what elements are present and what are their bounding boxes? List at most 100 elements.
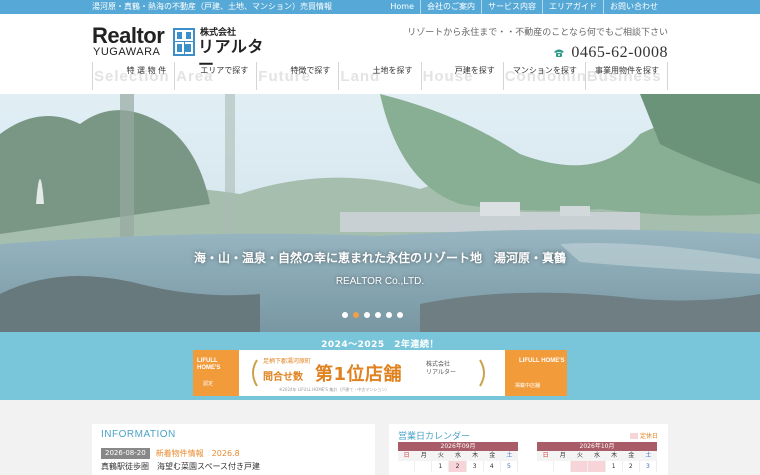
site-header: Realtor YUGAWARA 株式会社 リアルター リゾートから永住まで・・… (0, 14, 760, 94)
calendar-legend: 定休日 (629, 431, 658, 440)
calendar-day: 5 (501, 461, 518, 472)
calendar-month-title: 2026年10月 (537, 442, 657, 451)
gnav-area[interactable]: Area エリアで探す (175, 62, 258, 90)
weekday: 日 (542, 452, 549, 459)
weekday: 木 (472, 452, 479, 459)
top-nav-service[interactable]: サービス内容 (481, 0, 542, 14)
weekday: 水 (454, 452, 461, 459)
tel-number: 0465-62-0008 (571, 44, 668, 61)
top-bar: 湯河原・真鶴・熱海の不動産（戸建、土地、マンション）売買情報 Home 会社のご… (0, 0, 760, 14)
award-footnote: ※2024年 LIFULL HOME'S 集計（戸建て・中古マンション） (279, 387, 390, 392)
award-strip: 2024〜2025 2年連続！ LIFULL HOME'S 認定 足柄下郡湯河原… (0, 332, 760, 400)
weekday: 火 (437, 452, 444, 459)
weekday: 日 (403, 452, 410, 459)
calendar-day (398, 461, 416, 472)
gnav-condominium[interactable]: Condominium マンションを探す (504, 62, 586, 90)
logo-text-yugawara: YUGAWARA (93, 46, 161, 58)
lifull-badge-text: LIFULL HOME'S (519, 358, 565, 364)
hero-photo (0, 94, 760, 332)
gnav-feature[interactable]: Future 特徴で探す (257, 62, 340, 90)
gnav-label: 特 選 物 件 (126, 66, 167, 75)
gnav-land[interactable]: Land 土地を探す (339, 62, 422, 90)
calendar-day (554, 461, 572, 472)
weekday: 金 (489, 452, 496, 459)
calendar-day (415, 461, 433, 472)
gnav-label: 特徴で探す (290, 66, 331, 75)
lifull-badge-right: LIFULL HOME'S 掲載中店舗 (505, 350, 567, 396)
calendar-heading: 営業日カレンダー (398, 432, 471, 442)
calendar-day: 3 (640, 461, 657, 472)
header-contact: リゾートから永住まで・・不動産のことなら何でもご相談下さい 0465-62-00… (407, 27, 668, 62)
weekday: 金 (628, 452, 635, 459)
phone-icon (554, 49, 565, 57)
gnav-label: 土地を探す (372, 66, 413, 75)
laurel-left-icon (252, 359, 258, 387)
weekday: 木 (611, 452, 618, 459)
header-tel[interactable]: 0465-62-0008 (407, 44, 668, 62)
info-title-link[interactable]: 真鶴駅徒歩圏 海望む菜園スペース付き戸建 (101, 461, 260, 472)
gnav-label: エリアで探す (200, 66, 249, 75)
calendar-day: 1 (606, 461, 623, 472)
slider-dot[interactable] (397, 312, 403, 318)
lifull-badge-text: LIFULL HOME'S (197, 358, 221, 371)
gnav-label: 事業用物件を探す (594, 66, 659, 75)
information-heading: INFORMATION (101, 429, 176, 440)
weekday: 水 (593, 452, 600, 459)
gnav-house[interactable]: House 戸建を探す (422, 62, 504, 90)
information-panel: INFORMATION 2026-08-20 新着物件情報 2026.8 真鶴駅… (92, 424, 375, 475)
calendar-day: 2 (623, 461, 640, 472)
hero-slider[interactable]: 海・山・温泉・自然の幸に恵まれた永住のリゾート地 湯河原・真鶴 REALTOR … (0, 94, 760, 332)
lifull-badge-sub: 認定 (203, 381, 214, 387)
top-nav-area-guide[interactable]: エリアガイド (542, 0, 603, 14)
hero-caption: 海・山・温泉・自然の幸に恵まれた永住のリゾート地 湯河原・真鶴 (193, 251, 566, 265)
calendar-day-holiday (588, 461, 606, 472)
top-nav-contact[interactable]: お問い合わせ (603, 0, 664, 14)
slider-dot[interactable] (386, 312, 392, 318)
top-nav-company[interactable]: 会社のご案内 (420, 0, 481, 14)
top-nav-home[interactable]: Home (384, 0, 420, 14)
award-area: 足柄下郡湯河原町 (263, 358, 312, 365)
slider-dots (342, 312, 408, 318)
weekday: 火 (576, 452, 583, 459)
logo-mark-icon (173, 28, 195, 56)
award-company-line2: リアルター (426, 369, 456, 376)
calendar-month-title: 2026年09月 (398, 442, 518, 451)
hero-company: REALTOR Co.,LTD. (335, 276, 425, 287)
slider-dot[interactable] (375, 312, 381, 318)
calendar-weekdays: 日 月 火 水 木 金 土 (398, 451, 518, 461)
site-logo[interactable]: Realtor YUGAWARA 株式会社 リアルター (92, 25, 272, 74)
slider-dot[interactable] (364, 312, 370, 318)
laurel-right-icon (479, 359, 485, 387)
slider-dot-active[interactable] (353, 312, 359, 318)
award-rank: 第1位店舗 (315, 364, 403, 385)
weekday: 土 (645, 452, 652, 459)
info-date: 2026-08-20 (101, 448, 150, 459)
weekday: 月 (420, 452, 427, 459)
calendar-legend-label: 定休日 (639, 433, 658, 440)
business-calendar: 営業日カレンダー 定休日 2026年09月 日 月 火 水 木 金 土 1 2 … (389, 424, 668, 475)
calendar-week-row: 1 2 3 4 5 (398, 461, 518, 472)
global-nav: Selection 特 選 物 件 Area エリアで探す Future 特徴で… (92, 62, 668, 90)
gnav-label: 戸建を探す (454, 66, 495, 75)
calendar-day (537, 461, 555, 472)
info-entry[interactable]: 2026-08-20 新着物件情報 2026.8 (101, 448, 240, 459)
award-banner[interactable]: LIFULL HOME'S 認定 足柄下郡湯河原町 問合せ数 第1位店舗 株式会… (193, 350, 567, 396)
calendar-day: 1 (432, 461, 450, 472)
lifull-badge-sub: 掲載中店舗 (515, 383, 541, 389)
calendar-day-holiday: 2 (449, 461, 467, 472)
info-category: 新着物件情報 2026.8 (155, 449, 240, 458)
award-metric: 問合せ数 (263, 372, 303, 383)
calendar-weekdays: 日 月 火 水 木 金 土 (537, 451, 657, 461)
calendar-day: 4 (484, 461, 501, 472)
lifull-badge-left: LIFULL HOME'S 認定 (193, 350, 239, 396)
weekday: 土 (506, 452, 513, 459)
calendar-day: 3 (467, 461, 484, 472)
gnav-selection[interactable]: Selection 特 選 物 件 (92, 62, 176, 90)
calendar-month: 2026年09月 日 月 火 水 木 金 土 1 2 3 4 5 (398, 442, 518, 472)
slider-dot[interactable] (342, 312, 348, 318)
calendar-week-row: 1 2 3 (537, 461, 657, 472)
calendar-month: 2026年10月 日 月 火 水 木 金 土 1 2 3 (537, 442, 657, 472)
gnav-business[interactable]: Business 事業用物件を探す (586, 62, 668, 90)
weekday: 月 (559, 452, 566, 459)
calendar-day-holiday (571, 461, 589, 472)
